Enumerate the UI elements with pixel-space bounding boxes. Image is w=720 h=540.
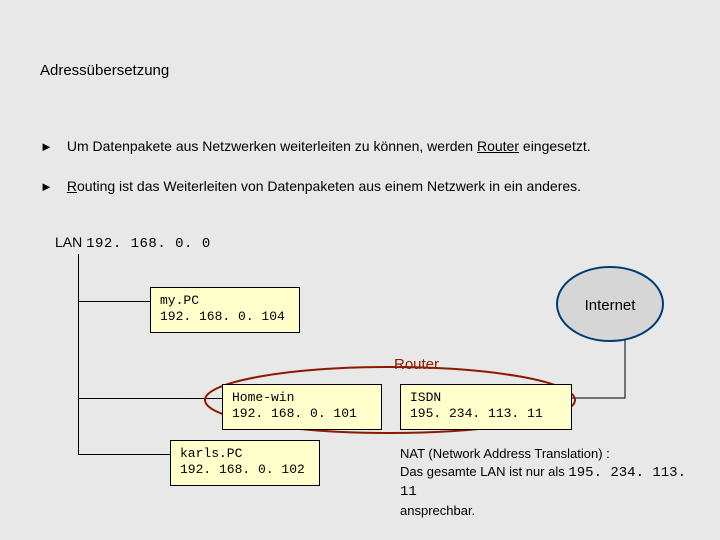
internet-label: Internet xyxy=(570,297,650,314)
bullet-text-underline: R xyxy=(67,178,77,194)
node-ip: 192. 168. 0. 101 xyxy=(232,406,372,422)
page-title: Adressübersetzung xyxy=(40,62,169,79)
bullet-row: ► Um Datenpakete aus Netzwerken weiterle… xyxy=(40,138,591,154)
bullet-text-post: outing ist das Weiterleiten von Datenpak… xyxy=(77,178,581,194)
node-homewin: Home-win 192. 168. 0. 101 xyxy=(222,384,382,430)
node-karlspc: karls.PC 192. 168. 0. 102 xyxy=(170,440,320,486)
bullet-text: Routing ist das Weiterleiten von Datenpa… xyxy=(67,178,581,194)
bullet-text-pre: Um Datenpakete aus Netzwerken weiterleit… xyxy=(67,138,477,154)
nat-line: ansprechbar. xyxy=(400,502,690,520)
node-ip: 192. 168. 0. 102 xyxy=(180,462,310,478)
lan-bus-line xyxy=(78,254,79,454)
lan-label-text: LAN xyxy=(55,234,86,250)
node-name: Home-win xyxy=(232,390,372,406)
bullet-text: Um Datenpakete aus Netzwerken weiterleit… xyxy=(67,138,591,154)
bullet-arrow-icon: ► xyxy=(40,139,53,154)
node-name: karls.PC xyxy=(180,446,310,462)
node-isdn: ISDN 195. 234. 113. 11 xyxy=(400,384,572,430)
nat-line: NAT (Network Address Translation) : xyxy=(400,445,690,463)
bullet-text-post: eingesetzt. xyxy=(519,138,591,154)
connector-line xyxy=(78,398,222,399)
bullet-text-underline: Router xyxy=(477,138,519,154)
node-mypc: my.PC 192. 168. 0. 104 xyxy=(150,287,300,333)
node-ip: 192. 168. 0. 104 xyxy=(160,309,290,325)
bullet-row: ► Routing ist das Weiterleiten von Daten… xyxy=(40,178,581,194)
nat-line: Das gesamte LAN ist nur als 195. 234. 11… xyxy=(400,463,690,503)
node-ip: 195. 234. 113. 11 xyxy=(410,406,562,422)
router-label: Router xyxy=(394,356,439,373)
nat-line-text: Das gesamte LAN ist nur als xyxy=(400,464,568,479)
connector-line xyxy=(78,454,170,455)
lan-label: LAN 192. 168. 0. 0 xyxy=(55,234,211,252)
nat-description: NAT (Network Address Translation) : Das … xyxy=(400,445,690,520)
connector-line xyxy=(78,301,150,302)
node-name: my.PC xyxy=(160,293,290,309)
node-name: ISDN xyxy=(410,390,562,406)
lan-ip: 192. 168. 0. 0 xyxy=(86,236,211,252)
bullet-arrow-icon: ► xyxy=(40,179,53,194)
